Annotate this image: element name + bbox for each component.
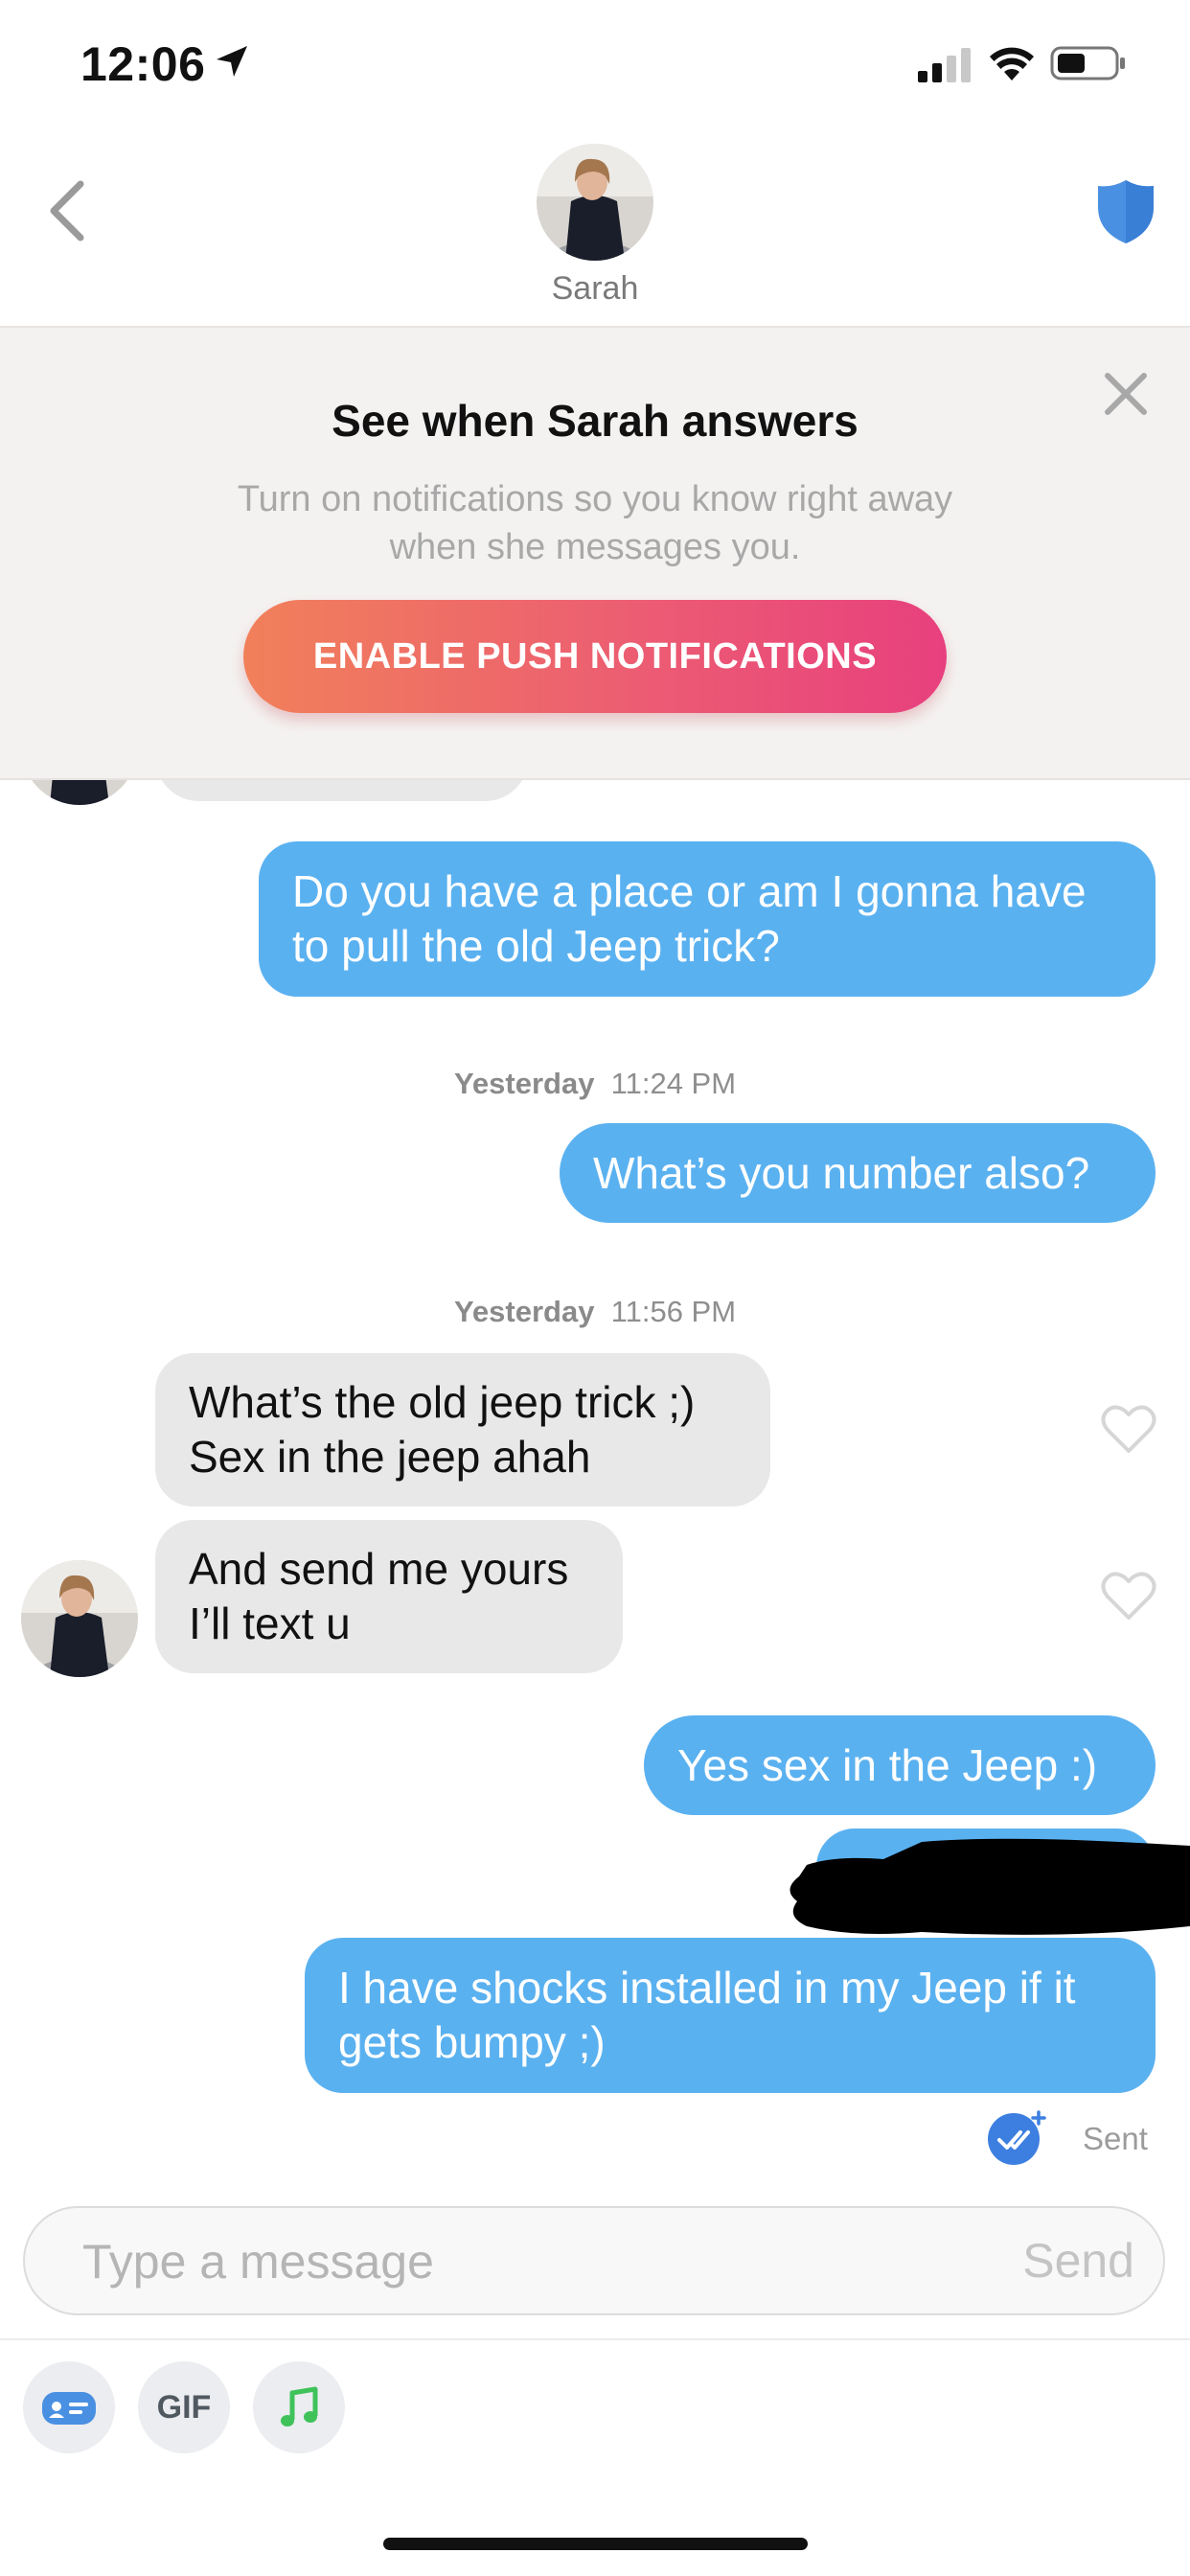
signal-icon <box>918 48 971 82</box>
composer-divider <box>0 2338 1190 2340</box>
message-bubble-outgoing[interactable]: What’s you number also? <box>560 1123 1156 1223</box>
timestamp: Yesterday 11:56 PM <box>0 1295 1190 1329</box>
status-time: 12:06 <box>80 37 206 91</box>
close-icon[interactable] <box>1100 368 1152 420</box>
enable-push-notifications-button[interactable]: ENABLE PUSH NOTIFICATIONS <box>243 600 947 713</box>
message-text: What’s the old jeep trick ;) Sex in the … <box>189 1377 696 1482</box>
message-text: I have shocks installed in my Jeep if it… <box>338 1963 1076 2067</box>
location-arrow-icon <box>217 46 247 77</box>
back-button[interactable] <box>38 172 96 249</box>
timestamp-day: Yesterday <box>453 1295 595 1328</box>
gif-label: GIF <box>156 2388 212 2426</box>
message-bubble-incoming[interactable]: And send me yours I’ll text u <box>155 1520 623 1673</box>
contact-card-icon <box>42 2392 96 2425</box>
message-composer: Send <box>23 2206 1165 2315</box>
wifi-icon <box>990 47 1034 80</box>
timestamp-day: Yesterday <box>453 1067 595 1100</box>
music-button[interactable] <box>253 2361 345 2453</box>
gif-button[interactable]: GIF <box>138 2361 230 2453</box>
avatar[interactable] <box>537 144 653 261</box>
banner-title: See when Sarah answers <box>332 396 858 446</box>
message-bubble-incoming[interactable]: What’s the old jeep trick ;) Sex in the … <box>155 1353 770 1506</box>
message-bubble-outgoing[interactable]: Yes sex in the Jeep :) <box>644 1715 1156 1815</box>
message-text: What’s you number also? <box>593 1147 1090 1198</box>
banner-description: Turn on notifications so you know right … <box>237 479 953 567</box>
heart-icon[interactable] <box>1100 1570 1157 1622</box>
timestamp-time: 11:24 PM <box>610 1067 737 1100</box>
avatar[interactable] <box>21 1560 138 1677</box>
message-text: And send me yours I’ll text u <box>189 1544 569 1648</box>
message-text: Do you have a place or am I gonna have t… <box>292 866 1087 971</box>
message-text: Yes sex in the Jeep :) <box>677 1739 1098 1790</box>
redaction-scribble <box>790 1838 1190 1935</box>
header-name: Sarah <box>551 270 639 307</box>
read-receipt-icon <box>988 2110 1046 2165</box>
message-bubble-outgoing[interactable]: I have shocks installed in my Jeep if it… <box>305 1938 1156 2093</box>
send-button[interactable]: Send <box>1022 2208 1134 2313</box>
battery-icon <box>1050 46 1125 80</box>
message-input[interactable] <box>80 2208 947 2315</box>
contact-card-button[interactable] <box>23 2361 115 2453</box>
timestamp-time: 11:56 PM <box>610 1295 737 1328</box>
message-bubble-outgoing[interactable]: Do you have a place or am I gonna have t… <box>259 841 1156 997</box>
message-status: Sent <box>1083 2121 1148 2156</box>
home-indicator <box>383 2538 808 2550</box>
heart-icon[interactable] <box>1100 1403 1157 1455</box>
timestamp: Yesterday 11:24 PM <box>0 1067 1190 1101</box>
music-note-icon <box>281 2386 318 2426</box>
safety-shield-icon[interactable] <box>1096 178 1156 245</box>
